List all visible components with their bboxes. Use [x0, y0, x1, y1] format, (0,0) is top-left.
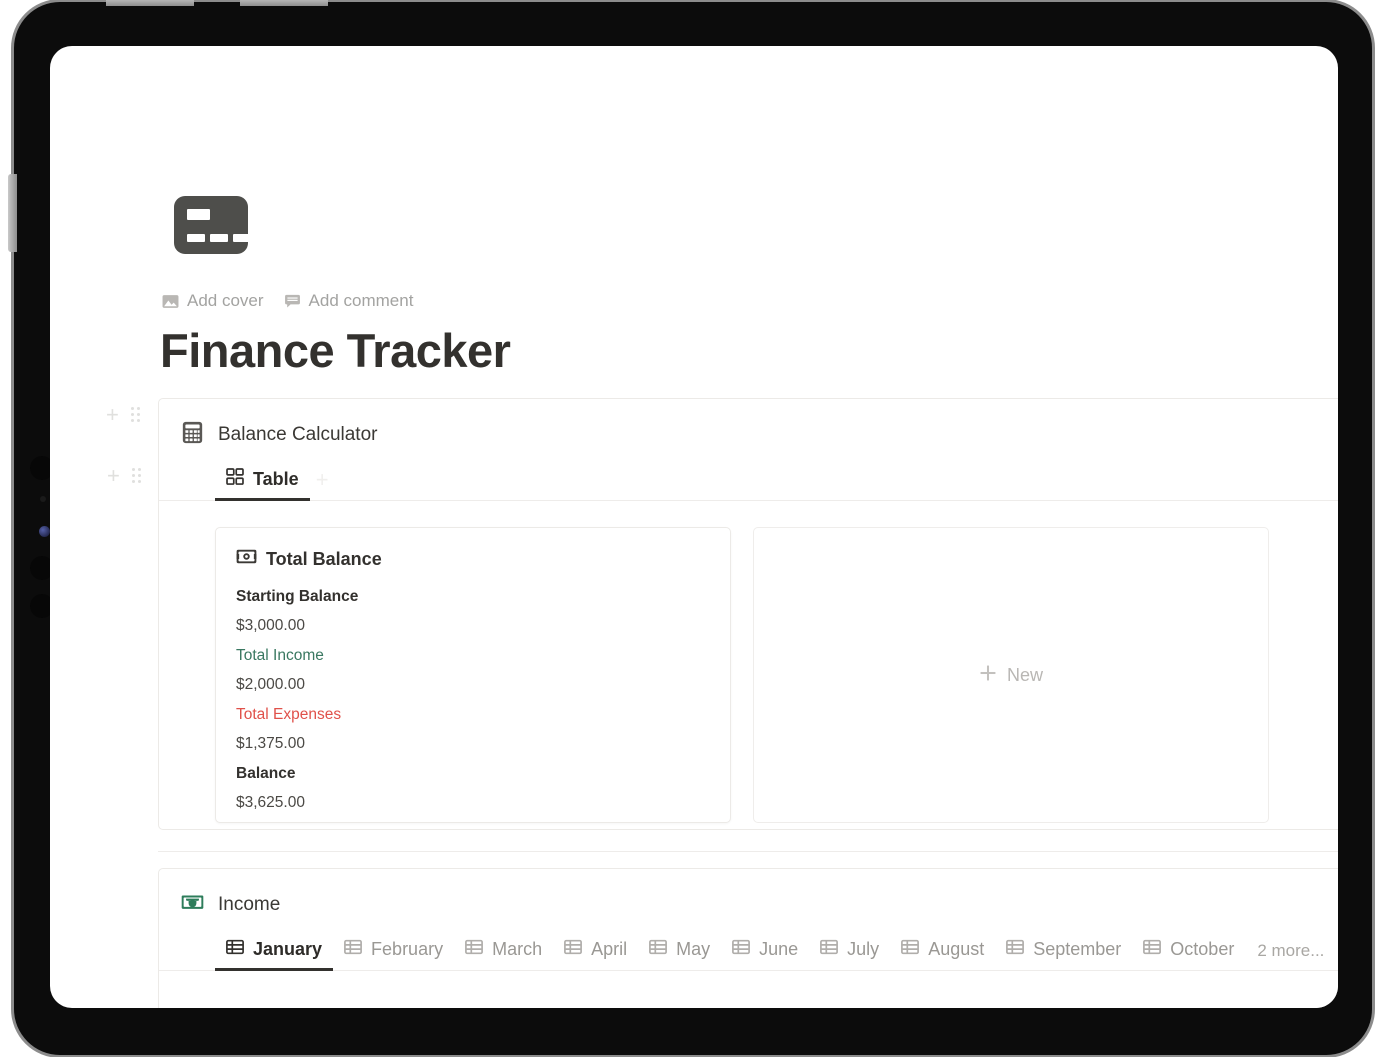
- banknote-icon: [181, 891, 204, 919]
- new-card-button[interactable]: New: [753, 527, 1269, 823]
- plus-icon: [979, 664, 997, 687]
- tab-table-label: Table: [253, 469, 299, 489]
- prop-label-total-expenses: Total Expenses: [236, 706, 342, 723]
- card-stripe-1: [187, 234, 205, 242]
- prop-value-total-expenses: $1,375.00: [236, 735, 305, 752]
- prop-value-total-income: $2,000.00: [236, 676, 305, 693]
- drag-handle-icon[interactable]: [130, 407, 141, 423]
- block-controls-balance-calculator: +: [106, 404, 141, 426]
- tab-june-label: June: [759, 939, 799, 959]
- money-icon: [236, 546, 257, 572]
- page-scroll-area[interactable]: Add cover Add comment Finance Tracker +: [50, 46, 1338, 1008]
- prop-label-total-income: Total Income: [236, 647, 324, 664]
- table-view-icon: [649, 938, 668, 961]
- card-stripe-3: [233, 234, 248, 242]
- camera-mic-icon: [40, 496, 46, 502]
- table-view-icon: [226, 938, 244, 961]
- tab-october-label: October: [1170, 939, 1235, 959]
- tab-september-label: September: [1033, 939, 1122, 959]
- tab-july[interactable]: July: [809, 933, 890, 970]
- table-view-icon: [1143, 938, 1162, 961]
- card-title: Total Balance: [266, 548, 382, 569]
- table-view-icon: [732, 938, 751, 961]
- tab-march[interactable]: March: [454, 933, 553, 970]
- table-view-icon: [820, 938, 839, 961]
- tab-february[interactable]: February: [333, 933, 454, 970]
- table-view-icon: [1006, 938, 1025, 961]
- image-icon: [162, 293, 179, 310]
- page-title[interactable]: Finance Tracker: [160, 324, 511, 378]
- comment-icon: [284, 293, 301, 310]
- tab-february-label: February: [371, 939, 444, 959]
- tab-april[interactable]: April: [553, 933, 638, 970]
- tab-table[interactable]: Table: [215, 463, 310, 501]
- income-title: Income: [218, 894, 281, 915]
- drag-handle-view-icon[interactable]: [131, 468, 142, 484]
- block-controls-table-view: +: [107, 465, 142, 487]
- gallery-view-icon: [226, 468, 244, 491]
- volume-down-button[interactable]: [240, 0, 328, 6]
- new-card-label: New: [1006, 664, 1043, 685]
- balance-calculator-view-tabs: + Table +: [107, 463, 1338, 501]
- balance-calculator-block: Balance Calculator + Table + Total Balan…: [107, 398, 1338, 830]
- tab-january[interactable]: January: [215, 933, 334, 971]
- power-button[interactable]: [8, 174, 17, 252]
- card-title-row: Total Balance: [236, 546, 710, 572]
- balance-gallery: Total Balance Starting Balance $3,000.00…: [159, 501, 1338, 823]
- prop-label-balance: Balance: [236, 765, 296, 782]
- prop-value-starting-balance: $3,000.00: [236, 617, 305, 634]
- gallery-card-total-balance[interactable]: Total Balance Starting Balance $3,000.00…: [215, 527, 731, 823]
- more-tabs-button[interactable]: 2 more...: [1245, 936, 1334, 970]
- tab-may-label: May: [676, 939, 711, 959]
- add-view-icon[interactable]: +: [107, 465, 120, 487]
- tab-january-label: January: [253, 939, 323, 959]
- camera-flash-icon: [39, 526, 50, 537]
- prop-label-starting-balance: Starting Balance: [236, 588, 359, 605]
- income-month-tabs: January February March April May June Ju…: [159, 933, 1338, 971]
- tab-june[interactable]: June: [721, 933, 809, 970]
- table-view-icon: [344, 938, 362, 961]
- balance-calculator-title: Balance Calculator: [218, 424, 378, 445]
- add-cover-button[interactable]: Add cover: [162, 291, 264, 311]
- balance-calculator-header[interactable]: Balance Calculator: [159, 399, 1338, 449]
- add-view-plus-icon[interactable]: +: [316, 469, 329, 491]
- prop-value-balance: $3,625.00: [236, 794, 305, 811]
- tab-april-label: April: [591, 939, 628, 959]
- table-view-icon: [564, 938, 583, 961]
- add-cover-label: Add cover: [187, 291, 264, 310]
- income-header[interactable]: Income: [159, 869, 1338, 919]
- income-block: Income January February March April May …: [158, 868, 1338, 1008]
- tab-july-label: July: [847, 939, 880, 959]
- tab-may[interactable]: May: [638, 933, 721, 970]
- page-meta-actions: Add cover Add comment: [162, 291, 413, 311]
- calculator-icon: [181, 421, 204, 449]
- section-divider: [158, 851, 1338, 852]
- volume-up-button[interactable]: [106, 0, 194, 6]
- device-screen: Add cover Add comment Finance Tracker +: [50, 46, 1338, 1008]
- tab-march-label: March: [492, 939, 543, 959]
- tab-september[interactable]: September: [995, 933, 1132, 970]
- tab-august[interactable]: August: [890, 933, 995, 970]
- tab-august-label: August: [928, 939, 985, 959]
- add-block-icon[interactable]: +: [106, 404, 119, 426]
- tablet-device-frame: Add cover Add comment Finance Tracker +: [8, 0, 1372, 1055]
- add-comment-button[interactable]: Add comment: [284, 291, 414, 311]
- table-view-icon: [901, 938, 920, 961]
- tab-october[interactable]: October: [1132, 933, 1245, 970]
- credit-card-icon[interactable]: [174, 196, 248, 254]
- card-stripe-large: [187, 209, 210, 220]
- add-comment-label: Add comment: [308, 291, 414, 310]
- table-view-icon: [465, 938, 484, 961]
- card-stripe-2: [210, 234, 228, 242]
